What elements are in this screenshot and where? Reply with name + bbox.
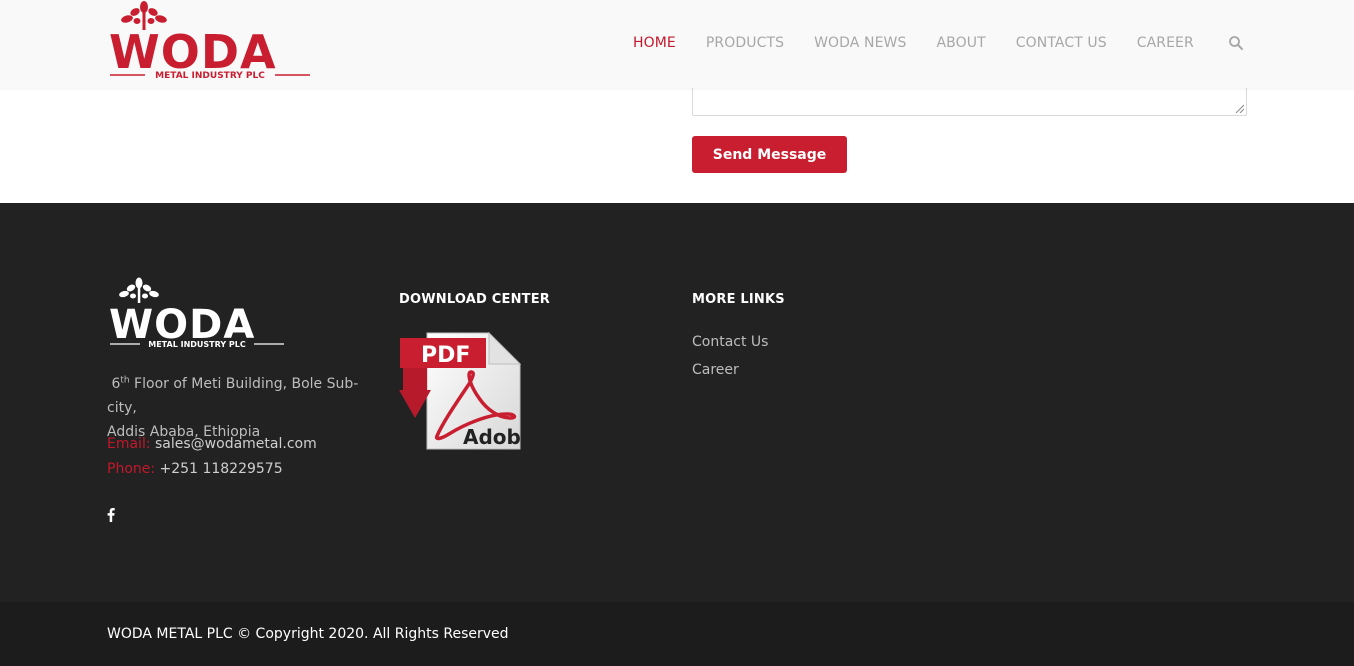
site-footer: WODA METAL INDUSTRY PLC 6th Floor of Met… xyxy=(0,203,1354,602)
site-header: WODA METAL INDUSTRY PLC HOME PRODUCTS WO… xyxy=(0,0,1354,88)
nav-home[interactable]: HOME xyxy=(633,35,676,51)
svg-text:PDF: PDF xyxy=(421,343,470,368)
nav-career[interactable]: CAREER xyxy=(1137,35,1194,51)
footer-bottom-bar: WODA METAL PLC © Copyright 2020. All Rig… xyxy=(0,602,1354,666)
phone-line: Phone: +251 118229575 xyxy=(107,461,283,477)
floor-suffix: th xyxy=(120,375,130,386)
email-label: Email: xyxy=(107,436,151,452)
search-icon[interactable] xyxy=(1228,35,1244,51)
resize-grip-icon[interactable] xyxy=(1235,104,1244,113)
email-line: Email: sales@wodametal.com xyxy=(107,436,317,452)
address-line-1: Floor of Meti Building, Bole Sub-city, xyxy=(107,376,359,416)
nav-woda-news[interactable]: WODA NEWS xyxy=(814,35,906,51)
send-message-button[interactable]: Send Message xyxy=(692,136,847,173)
more-links-title: MORE LINKS xyxy=(692,292,785,307)
email-value[interactable]: sales@wodametal.com xyxy=(155,436,317,452)
main-nav: HOME PRODUCTS WODA NEWS ABOUT CONTACT US… xyxy=(633,34,1244,51)
footer-woda-logo[interactable]: WODA METAL INDUSTRY PLC xyxy=(107,277,287,351)
copyright-text: WODA METAL PLC © Copyright 2020. All Rig… xyxy=(107,626,509,642)
svg-text:Adobe: Adobe xyxy=(463,425,521,449)
nav-about[interactable]: ABOUT xyxy=(936,35,985,51)
footer-tree-icon xyxy=(119,277,159,303)
svg-text:METAL INDUSTRY PLC: METAL INDUSTRY PLC xyxy=(148,340,246,349)
phone-value[interactable]: +251 118229575 xyxy=(160,461,283,477)
footer-link-contact-us[interactable]: Contact Us xyxy=(692,334,768,350)
nav-products[interactable]: PRODUCTS xyxy=(706,35,784,51)
svg-text:METAL INDUSTRY PLC: METAL INDUSTRY PLC xyxy=(155,71,265,81)
facebook-icon[interactable] xyxy=(107,508,115,522)
pdf-download-icon[interactable]: PDF Adobe xyxy=(399,332,521,450)
footer-link-career[interactable]: Career xyxy=(692,362,739,378)
company-address: 6th Floor of Meti Building, Bole Sub-cit… xyxy=(107,372,387,444)
download-center-title: DOWNLOAD CENTER xyxy=(399,292,551,307)
phone-label: Phone: xyxy=(107,461,156,477)
woda-logo[interactable]: WODA METAL INDUSTRY PLC xyxy=(107,0,312,82)
nav-contact-us[interactable]: CONTACT US xyxy=(1016,35,1107,51)
